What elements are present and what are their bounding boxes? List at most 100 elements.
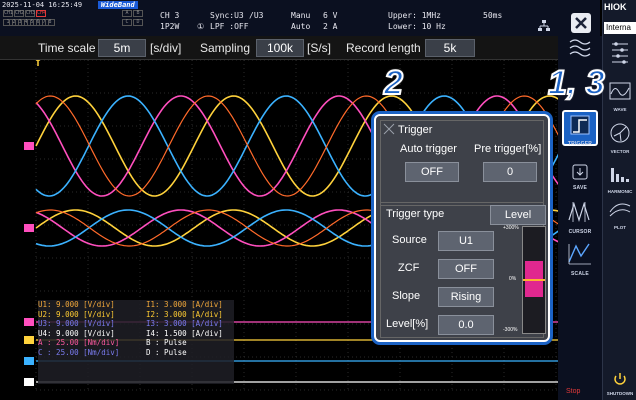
- vector-icon: [610, 123, 630, 143]
- ch-tag-active: CH4: [36, 10, 47, 17]
- level-field[interactable]: 0.0: [438, 315, 494, 335]
- menu-label: SHUTDOWN: [606, 391, 634, 396]
- tool-label: SCALE: [571, 271, 589, 277]
- tool-scale[interactable]: SCALE: [562, 242, 598, 277]
- legend-row: U2: 9.000 [V/div] I2: 3.000 [A/div]: [38, 310, 234, 320]
- legend-left: U4: 9.000 [V/div]: [38, 328, 115, 338]
- menu-plot[interactable]: PLOT: [605, 198, 635, 230]
- ch-tag: D: [133, 19, 143, 26]
- tool-trigger[interactable]: TRIGGER: [562, 110, 598, 147]
- channel-legend: U1: 9.000 [V/div] I1: 3.000 [A/div] U2: 9…: [38, 300, 234, 384]
- gauge-mid-label: 0%: [509, 276, 517, 282]
- settings-list-icon: [612, 42, 628, 64]
- tool-wave-toggle[interactable]: [562, 38, 598, 63]
- legend-right: B : Pulse: [146, 338, 187, 347]
- brand-logo: HIOK: [604, 2, 627, 12]
- scale-icon: [568, 243, 591, 265]
- channel-marker: [24, 142, 34, 150]
- legend-row: U4: 9.000 [V/div] I4: 1.500 [A/div]: [38, 329, 234, 339]
- menu-label: PLOT: [614, 225, 626, 230]
- wave-stack-icon: [569, 39, 591, 57]
- legend-left: U1: 9.000 [V/div]: [38, 300, 115, 309]
- ch-tag: CH2: [14, 10, 25, 17]
- ch-tag: CH3: [25, 10, 36, 17]
- channel-marker: [24, 336, 34, 344]
- close-icon[interactable]: [570, 12, 592, 34]
- menu-settings[interactable]: [605, 40, 635, 75]
- cursor-icon: [568, 201, 590, 223]
- source-button[interactable]: U1: [438, 231, 494, 251]
- plot-icon: [609, 203, 631, 217]
- channel-marker: [24, 378, 34, 386]
- legend-row: U3: 9.000 [V/div] I3: 3.000 [A/div]: [38, 319, 234, 329]
- sampling-field[interactable]: 100k: [256, 39, 304, 57]
- tool-save[interactable]: SAVE: [562, 164, 598, 191]
- gauge-level-marker: [523, 279, 545, 281]
- menu-label: VECTOR: [610, 149, 630, 154]
- wideband-badge: WideBand: [98, 1, 138, 9]
- wave-icon: [609, 82, 631, 100]
- legend-right: I4: 1.500 [A/div]: [146, 328, 223, 338]
- collapse-icon[interactable]: [382, 122, 396, 136]
- upper-freq: Upper: 1MHz: [388, 11, 441, 20]
- wiring-label: 1P2W: [160, 22, 180, 31]
- trigger-icon: [570, 115, 590, 135]
- menu-shutdown[interactable]: SHUTDOWN: [605, 372, 635, 396]
- internal-storage-label: Interna: [604, 22, 636, 34]
- gauge-top-label: +300%: [503, 225, 519, 231]
- voltage-range: 6 V: [323, 11, 338, 20]
- channel-marker: [24, 318, 34, 326]
- trigger-type-button[interactable]: Level: [490, 205, 546, 225]
- menu-vector[interactable]: VECTOR: [605, 122, 635, 154]
- legend-row: U1: 9.000 [V/div] I1: 3.000 [A/div]: [38, 300, 234, 310]
- legend-left: A : 25.00 [Nm/div]: [38, 338, 120, 347]
- source-label: Source: [392, 234, 427, 246]
- legend-left: C : 25.00 [Nm/div]: [38, 347, 120, 357]
- sampling-unit: [S/s]: [307, 41, 332, 55]
- legend-right: I2: 3.000 [A/div]: [146, 309, 223, 319]
- trigger-level-gauge[interactable]: +300% 0% -300%: [503, 225, 546, 334]
- zcf-button[interactable]: OFF: [438, 259, 494, 279]
- channel-marker: [24, 224, 34, 232]
- menu-harmonic[interactable]: HARMONIC: [605, 166, 635, 194]
- sync-label: Sync:U3: [210, 11, 244, 20]
- record-length-field[interactable]: 5k: [425, 39, 475, 57]
- ch-tag: B: [133, 10, 143, 17]
- main-menu-bar: HIOK Interna WAVE VECTOR HARMONIC PLOT S…: [602, 0, 636, 400]
- channel-marker: [24, 357, 34, 365]
- tool-label: CURSOR: [568, 229, 592, 235]
- callout-step-1-3: 1, 3: [547, 64, 606, 102]
- acquisition-state: Stop: [566, 388, 581, 395]
- lpf-label: LPF :OFF: [210, 22, 249, 31]
- legend-left: U2: 9.000 [V/div]: [38, 309, 115, 319]
- trigger-title: Trigger: [398, 124, 433, 136]
- time-scale-label: Time scale: [38, 41, 96, 55]
- lower-freq: Lower: 10 Hz: [388, 22, 446, 31]
- lpf-number: ①: [197, 22, 205, 31]
- sampling-label: Sampling: [200, 41, 251, 55]
- range-mode: Manu: [291, 11, 311, 20]
- time-scale-unit: [s/div]: [150, 41, 182, 55]
- ch-tag: C: [122, 19, 132, 26]
- gauge-bottom-label: -300%: [503, 327, 518, 333]
- pre-trigger-field[interactable]: 0: [483, 162, 537, 182]
- acquisition-bar: Time scale 5m [s/div] Sampling 100k [S/s…: [0, 36, 600, 60]
- pre-trigger-label: Pre trigger[%]: [474, 143, 542, 155]
- current-range: 2 A: [323, 22, 338, 31]
- tool-label: SAVE: [572, 185, 588, 191]
- slope-button[interactable]: Rising: [438, 287, 494, 307]
- legend-row: A : 25.00 [Nm/div] B : Pulse: [38, 338, 234, 348]
- auto-trigger-button[interactable]: OFF: [405, 162, 459, 182]
- menu-wave[interactable]: WAVE: [605, 82, 635, 112]
- legend-left: U3: 9.000 [V/div]: [38, 319, 115, 328]
- ch-tag: 8: [45, 19, 55, 26]
- save-icon: [572, 164, 588, 180]
- sync-div: /U3: [249, 11, 264, 20]
- menu-label: WAVE: [613, 107, 627, 112]
- ch-tag: A: [122, 10, 132, 17]
- menu-label: HARMONIC: [607, 189, 633, 194]
- tool-cursor[interactable]: CURSOR: [562, 200, 598, 235]
- slope-label: Slope: [392, 290, 421, 302]
- time-scale-field[interactable]: 5m: [98, 39, 146, 57]
- level-label: Level[%]: [386, 318, 429, 330]
